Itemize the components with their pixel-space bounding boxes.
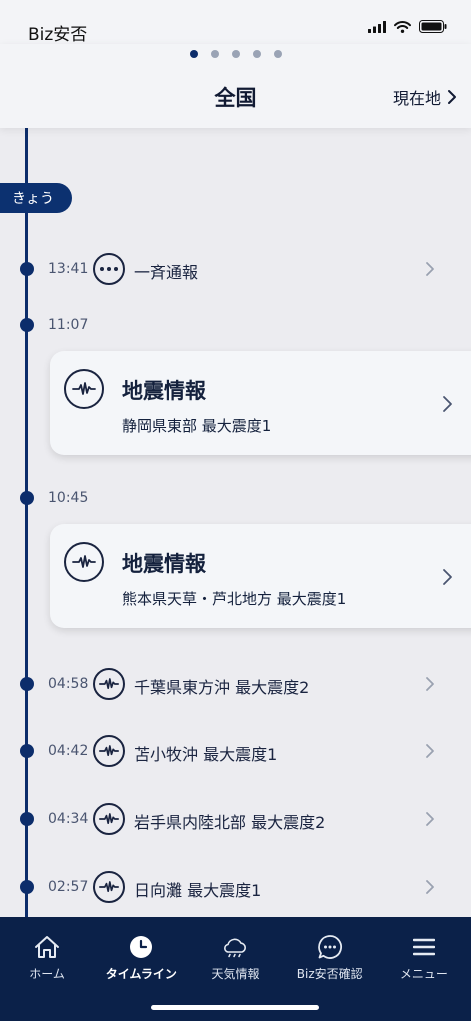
timeline-item-label: 一斉通報 (134, 263, 199, 282)
timeline-time: 04:42 (48, 743, 89, 759)
seismic-icon (93, 668, 125, 700)
card-subtitle: 熊本県天草・芦北地方 最大震度1 (122, 590, 347, 608)
more-icon (93, 253, 125, 285)
chevron-right-icon (443, 569, 452, 585)
earthquake-card[interactable]: 地震情報 静岡県東部 最大震度1 (50, 351, 471, 455)
timeline-dot (20, 812, 34, 826)
chat-icon (316, 933, 344, 961)
tab-label: ホーム (29, 967, 65, 981)
seismic-icon (93, 871, 125, 903)
wifi-icon (394, 20, 411, 33)
chevron-right-icon (426, 744, 434, 758)
tab-label: 天気情報 (211, 967, 260, 981)
card-subtitle: 静岡県東部 最大震度1 (122, 417, 272, 435)
tab-safety-check[interactable]: Biz安否確認 (283, 917, 377, 997)
timeline-dot (20, 880, 34, 894)
tab-weather[interactable]: 天気情報 (188, 917, 282, 997)
card-title: 地震情報 (122, 379, 206, 403)
signal-icon (368, 20, 386, 33)
menu-icon (410, 933, 438, 961)
timeline-item-label: 苫小牧沖 最大震度1 (134, 745, 278, 764)
timeline-time: 04:58 (48, 676, 89, 692)
tab-bar: ホーム タイムライン 天気情報 Biz安否確認 メニュー (0, 917, 471, 1021)
page-dot-4[interactable] (252, 50, 261, 58)
seismic-icon (64, 369, 104, 409)
chevron-right-icon (426, 677, 434, 691)
timeline-time: 04:34 (48, 811, 89, 827)
page-indicator[interactable] (0, 50, 471, 58)
tab-timeline[interactable]: タイムライン (94, 917, 188, 997)
timeline-dot (20, 318, 34, 332)
battery-icon (419, 20, 447, 33)
timeline-time: 10:45 (48, 490, 89, 506)
timeline-item-label: 岩手県内陸北部 最大震度2 (134, 813, 326, 832)
timeline-time: 02:57 (48, 879, 89, 895)
timeline-dot (20, 677, 34, 691)
tab-label: Biz安否確認 (296, 967, 363, 981)
cloud-icon (221, 933, 249, 961)
timeline-item-label: 千葉県東方沖 最大震度2 (134, 678, 310, 697)
tab-home[interactable]: ホーム (0, 917, 94, 997)
tab-label: タイムライン (105, 967, 177, 981)
tab-menu[interactable]: メニュー (377, 917, 471, 997)
seismic-icon (64, 542, 104, 582)
timeline-time: 13:41 (48, 261, 89, 277)
earthquake-card[interactable]: 地震情報 熊本県天草・芦北地方 最大震度1 (50, 524, 471, 628)
carrier-label: Biz安否 (28, 25, 88, 45)
chevron-right-icon (426, 880, 434, 894)
timeline-dot (20, 491, 34, 505)
page-dot-2[interactable] (210, 50, 219, 58)
status-bar: Biz安否 (0, 0, 471, 45)
page-dot-3[interactable] (231, 50, 240, 58)
today-badge: きょう (0, 183, 72, 213)
status-icons (368, 20, 447, 33)
card-title: 地震情報 (122, 552, 206, 576)
page-dot-5[interactable] (273, 50, 282, 58)
timeline-item-label: 日向灘 最大震度1 (134, 881, 262, 900)
timeline-dot (20, 744, 34, 758)
chevron-right-icon (426, 812, 434, 826)
chevron-right-icon (448, 90, 456, 104)
timeline-line (25, 128, 28, 918)
chevron-right-icon (426, 262, 434, 276)
seismic-icon (93, 735, 125, 767)
timeline-time: 11:07 (48, 317, 89, 333)
seismic-icon (93, 803, 125, 835)
current-location-label: 現在地 (392, 89, 441, 108)
tab-label: メニュー (399, 967, 448, 981)
current-location-link[interactable]: 現在地 (393, 85, 457, 109)
home-indicator (151, 1005, 319, 1010)
page-dot-1[interactable] (189, 50, 198, 58)
header: 全国 現在地 (0, 44, 471, 128)
clock-icon (127, 933, 155, 961)
timeline-dot (20, 262, 34, 276)
chevron-right-icon (443, 396, 452, 412)
home-icon (33, 933, 61, 961)
